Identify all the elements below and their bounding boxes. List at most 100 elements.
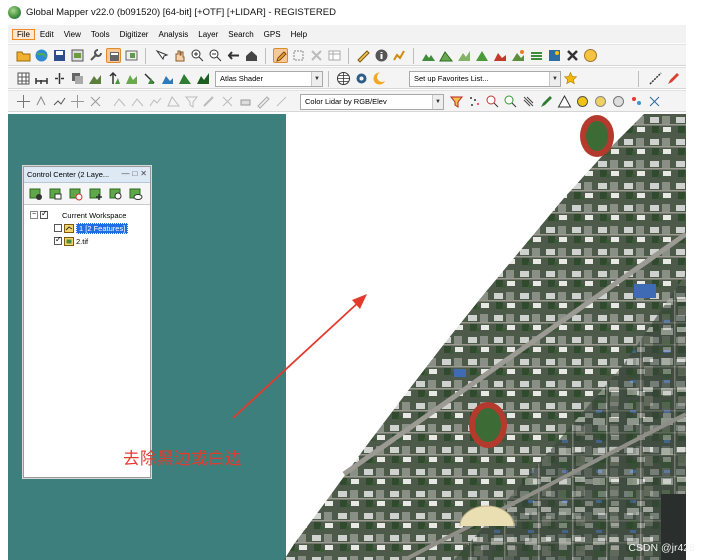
lidar-ground-icon[interactable] (611, 94, 626, 109)
favorites-select[interactable]: Set up Favorites List... ▼ (409, 71, 561, 87)
back-arrow-icon[interactable] (226, 48, 241, 63)
menu-digitizer[interactable]: Digitizer (115, 30, 154, 39)
favorite-star-icon[interactable] (563, 71, 578, 86)
move-icon[interactable] (70, 94, 85, 109)
lidar-grid-icon[interactable] (521, 94, 536, 109)
menu-tools[interactable]: Tools (86, 30, 115, 39)
terrain-shader-icon[interactable] (178, 71, 193, 86)
lidar-noise-icon[interactable] (593, 94, 608, 109)
open-folder-icon[interactable] (16, 48, 31, 63)
close-layer-icon[interactable] (68, 186, 83, 201)
lidar-measure-icon[interactable] (202, 94, 217, 109)
menu-edit[interactable]: Edit (35, 30, 59, 39)
draw-line-icon[interactable] (648, 71, 663, 86)
split-view-icon[interactable] (52, 71, 67, 86)
menu-file[interactable]: File (12, 28, 35, 40)
path-profile-icon[interactable] (392, 48, 407, 63)
open-layer-icon[interactable] (28, 186, 43, 201)
menu-analysis[interactable]: Analysis (153, 30, 193, 39)
globe-icon[interactable] (34, 48, 49, 63)
edit-table-icon[interactable] (327, 48, 342, 63)
contour-icon[interactable] (439, 48, 454, 63)
menu-help[interactable]: Help (286, 30, 312, 39)
workspace-node[interactable]: − Current Workspace (30, 209, 126, 221)
lidar-filter-funnel-icon[interactable] (449, 94, 464, 109)
layer-checkbox[interactable] (54, 235, 62, 245)
water-level-icon[interactable] (160, 71, 175, 86)
workspace-checkbox[interactable] (40, 209, 48, 219)
view-shed-icon[interactable] (475, 48, 490, 63)
lidar-select-icon[interactable] (130, 94, 145, 109)
move-vertex-icon[interactable] (16, 94, 31, 109)
night-mode-icon[interactable] (372, 71, 387, 86)
settings-gear-icon[interactable] (354, 71, 369, 86)
terrain-layers-icon[interactable] (529, 48, 544, 63)
close-button[interactable]: ✕ (140, 169, 147, 178)
collapse-toggle-icon[interactable]: − (30, 211, 38, 219)
lidar-spot-icon[interactable] (575, 94, 590, 109)
control-center-panel[interactable]: Control Center (2 Laye... — □ ✕ − Curren… (23, 166, 151, 478)
wrench-icon[interactable] (88, 48, 103, 63)
layer-row[interactable]: 2.tif (54, 235, 88, 247)
grid-icon[interactable] (16, 71, 31, 86)
image-icon[interactable] (547, 48, 562, 63)
lidar-clear-icon[interactable] (220, 94, 235, 109)
terrain-analysis-icon[interactable] (421, 48, 436, 63)
lidar-color-select[interactable]: Color Lidar by RGB/Elev ▼ (300, 94, 444, 110)
3d-view-icon[interactable] (583, 48, 598, 63)
measure-icon[interactable] (356, 48, 371, 63)
lidar-erase-icon[interactable] (238, 94, 253, 109)
lidar-cluster-icon[interactable] (647, 94, 662, 109)
lidar-extra-icon[interactable] (274, 94, 289, 109)
hillshade-icon[interactable] (88, 71, 103, 86)
lidar-polygon-icon[interactable] (166, 94, 181, 109)
lidar-density-icon[interactable] (467, 94, 482, 109)
menu-gps[interactable]: GPS (259, 30, 286, 39)
shader-up-icon[interactable] (124, 71, 139, 86)
lidar-profile-icon[interactable] (112, 94, 127, 109)
lidar-zoom-icon[interactable] (503, 94, 518, 109)
lidar-pen-icon[interactable] (539, 94, 554, 109)
vertical-exaggeration-icon[interactable] (106, 71, 121, 86)
lidar-ruler-icon[interactable] (256, 94, 271, 109)
overview-map-icon[interactable] (124, 48, 139, 63)
select-feature-icon[interactable] (291, 48, 306, 63)
scale-bar-icon[interactable] (34, 71, 49, 86)
feature-info-icon[interactable] (374, 48, 389, 63)
zoom-box-icon[interactable] (154, 48, 169, 63)
shader-select[interactable]: Atlas Shader ▼ (215, 71, 323, 87)
menu-view[interactable]: View (59, 30, 86, 39)
minimize-button[interactable]: — (121, 169, 129, 178)
reshape-icon[interactable] (52, 94, 67, 109)
lidar-search-icon[interactable] (485, 94, 500, 109)
lidar-classify-icon[interactable] (148, 94, 163, 109)
layer-blend-icon[interactable] (70, 71, 85, 86)
rotate-feature-icon[interactable] (34, 94, 49, 109)
maximize-button[interactable]: □ (132, 169, 137, 178)
draw-pen-icon[interactable] (666, 71, 681, 86)
home-icon[interactable] (244, 48, 259, 63)
export-icon[interactable] (70, 48, 85, 63)
view-layer-icon[interactable] (128, 186, 143, 201)
online-data-globe-icon[interactable] (336, 71, 351, 86)
digitizer-pencil-icon[interactable] (273, 48, 288, 63)
watershed-icon[interactable] (457, 48, 472, 63)
layer-options-icon[interactable] (48, 186, 63, 201)
zoom-out-icon[interactable] (208, 48, 223, 63)
pan-hand-icon[interactable] (172, 48, 187, 63)
menu-layer[interactable]: Layer (193, 30, 223, 39)
layer-row[interactable]: 1 [2 Features] (54, 222, 129, 234)
menu-search[interactable]: Search (223, 30, 258, 39)
scale-feature-icon[interactable] (88, 94, 103, 109)
lidar-filter-icon[interactable] (184, 94, 199, 109)
combine-terrain-icon[interactable] (511, 48, 526, 63)
light-direction-icon[interactable] (142, 71, 157, 86)
search-layer-icon[interactable] (108, 186, 123, 201)
control-center-titlebar[interactable]: Control Center (2 Laye... — □ ✕ (24, 167, 150, 183)
volume-icon[interactable] (493, 48, 508, 63)
elevation-legend-icon[interactable] (196, 71, 211, 86)
delete-feature-icon[interactable] (309, 48, 324, 63)
control-center-toggle-icon[interactable] (106, 48, 121, 63)
lidar-building-icon[interactable] (629, 94, 644, 109)
zoom-in-icon[interactable] (190, 48, 205, 63)
